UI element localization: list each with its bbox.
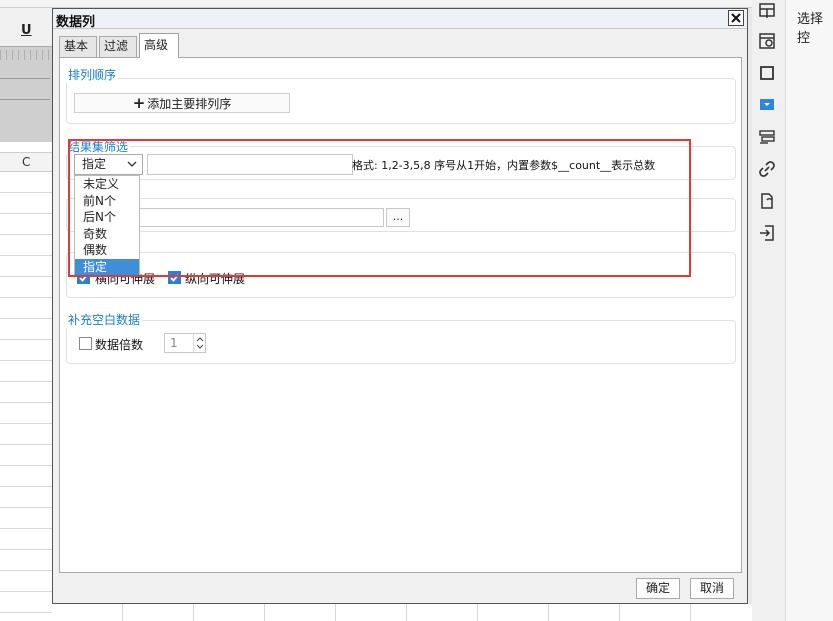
- data-column-dialog: 数据列 基本 过滤 高级 排列顺序 + 添加主要排列序 结果集筛选 指定 格式:…: [52, 8, 748, 604]
- data-multiple-checkbox[interactable]: [79, 337, 92, 350]
- ruler-bar: [0, 78, 50, 100]
- link-icon[interactable]: [758, 160, 776, 178]
- filter-type-dropdown: 未定义 前N个 后N个 奇数 偶数 指定: [74, 175, 140, 275]
- add-sort-label: 添加主要排列序: [147, 97, 232, 111]
- table-layout-icon[interactable]: [758, 2, 776, 20]
- advanced-panel: 排列顺序 + 添加主要排列序 结果集筛选 指定 格式: 1,2-3,5,8 序号从…: [59, 57, 742, 573]
- import-icon[interactable]: [758, 224, 776, 242]
- sheet-grid[interactable]: [0, 172, 52, 621]
- sheet-grid-bottom[interactable]: [52, 604, 760, 621]
- dialog-titlebar[interactable]: 数据列: [53, 9, 747, 30]
- option-specified[interactable]: 指定: [75, 258, 139, 275]
- blank-data-label: 补充空白数据: [66, 311, 143, 328]
- chevron-down-icon: [127, 161, 137, 167]
- ok-button[interactable]: 确定: [636, 578, 680, 599]
- sort-order-label: 排列顺序: [66, 66, 119, 83]
- result-filter-label: 结果集筛选: [66, 138, 131, 155]
- browse-button[interactable]: ...: [386, 208, 410, 227]
- option-undefined[interactable]: 未定义: [75, 176, 139, 193]
- filter-type-select[interactable]: 指定: [74, 154, 143, 175]
- option-top-n[interactable]: 前N个: [75, 193, 139, 210]
- dropdown-widget-icon[interactable]: [758, 96, 776, 114]
- filter-expression-input[interactable]: [147, 154, 353, 175]
- right-panel-label: 选择控: [797, 12, 824, 46]
- stepper-up-down-icon: [196, 337, 204, 349]
- data-multiple-label: 数据倍数: [95, 338, 144, 352]
- dialog-title: 数据列: [56, 15, 96, 30]
- frame-icon[interactable]: [758, 64, 776, 82]
- close-button[interactable]: [728, 10, 744, 26]
- ruler-ticks: [0, 50, 52, 60]
- vertical-expand-checkbox[interactable]: [168, 271, 181, 284]
- add-primary-sort-button[interactable]: + 添加主要排列序: [74, 93, 290, 113]
- data-multiple-stepper[interactable]: 1: [164, 333, 206, 353]
- stepper-arrows[interactable]: [193, 334, 205, 352]
- tab-filter[interactable]: 过滤: [99, 36, 137, 57]
- page-redirect-icon[interactable]: [758, 192, 776, 210]
- option-bottom-n[interactable]: 后N个: [75, 209, 139, 226]
- stepper-value: 1: [170, 336, 178, 350]
- option-odd[interactable]: 奇数: [75, 226, 139, 243]
- cancel-button[interactable]: 取消: [690, 578, 734, 599]
- tab-advanced[interactable]: 高级: [139, 33, 179, 58]
- plus-icon: +: [132, 94, 146, 112]
- hidden-settings-input[interactable]: [136, 208, 384, 227]
- filter-format-hint: 格式: 1,2-3,5,8 序号从1开始，内置参数$__count__表示总数: [352, 159, 656, 172]
- check-icon: [170, 274, 179, 282]
- data-column-icon[interactable]: [758, 128, 776, 146]
- column-header-c[interactable]: C: [22, 155, 30, 169]
- vertical-expand-label: 纵向可伸展: [185, 272, 246, 286]
- right-icon-strip: [752, 0, 786, 621]
- expand-group: [66, 252, 736, 298]
- underline-button[interactable]: U: [21, 23, 32, 38]
- close-icon: [731, 13, 741, 23]
- option-even[interactable]: 偶数: [75, 242, 139, 259]
- filter-type-value: 指定: [82, 157, 107, 171]
- tab-basic[interactable]: 基本: [59, 36, 97, 57]
- settings-sheet-icon[interactable]: [758, 32, 776, 50]
- background-tab-strip: [0, 0, 760, 8]
